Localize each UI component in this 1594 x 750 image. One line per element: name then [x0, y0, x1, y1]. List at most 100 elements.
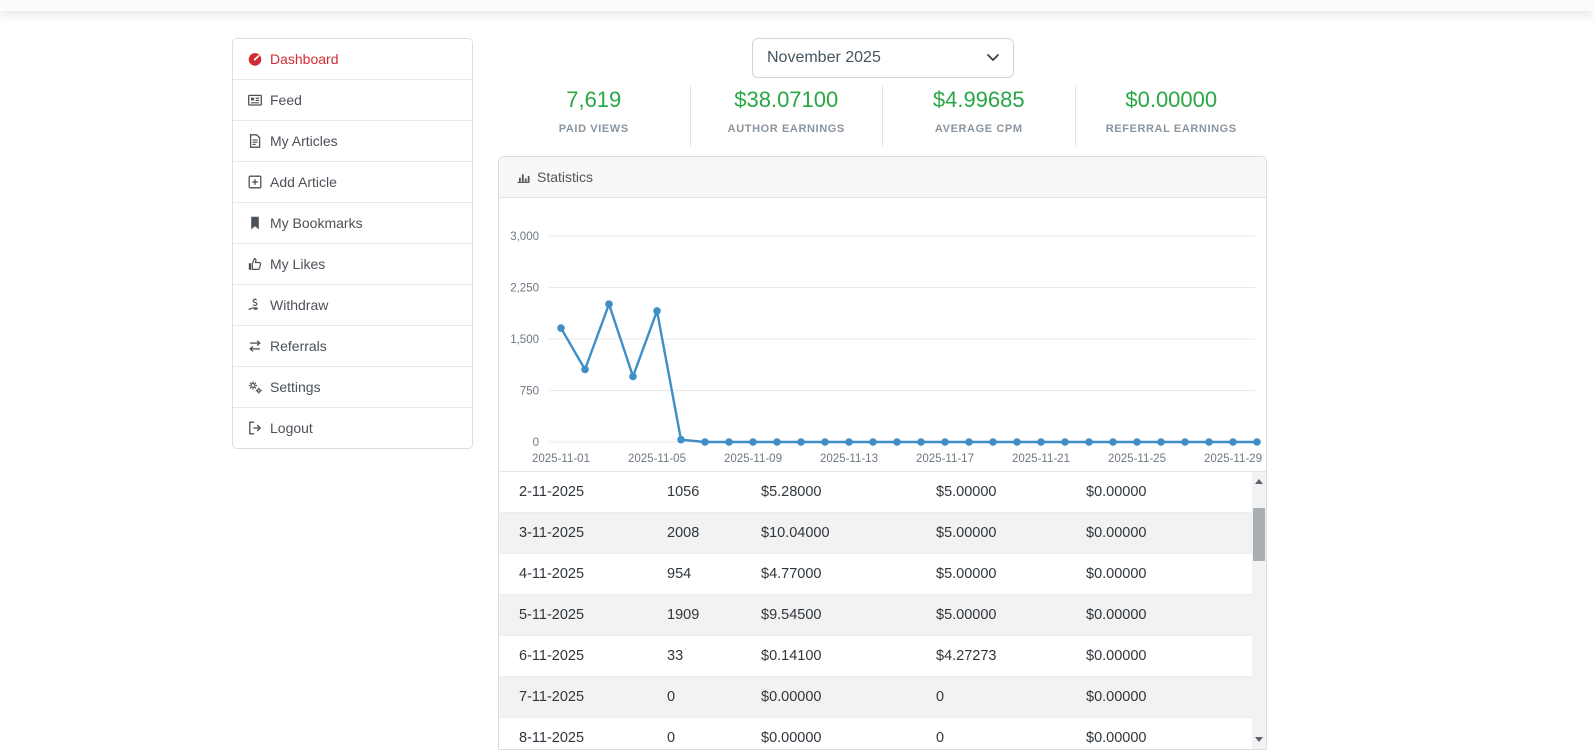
- month-select[interactable]: November 2025: [752, 38, 1014, 78]
- data-point: [965, 438, 973, 446]
- sidebar-item-my-articles[interactable]: My Articles: [233, 120, 472, 161]
- y-tick-label: 1,500: [510, 334, 539, 346]
- sidebar-item-label: Withdraw: [270, 297, 328, 313]
- views-line-chart: 07501,5002,2503,0002025-11-012025-11-052…: [499, 198, 1266, 471]
- data-point: [869, 438, 877, 446]
- sidebar-item-referrals[interactable]: Referrals: [233, 325, 472, 366]
- cell-views: 954: [667, 566, 761, 582]
- cell-cpm: 0: [936, 689, 1086, 705]
- sidebar-item-dashboard[interactable]: Dashboard: [233, 39, 472, 79]
- cell-earnings: $9.54500: [761, 607, 936, 623]
- data-point: [1157, 438, 1165, 446]
- logout-icon: [247, 420, 263, 436]
- cell-cpm: $4.27273: [936, 648, 1086, 664]
- stats-row: 7,619 PAID VIEWS $38.07100 AUTHOR EARNIN…: [498, 86, 1267, 146]
- table-row: 8-11-20250$0.000000$0.00000: [499, 718, 1266, 749]
- data-point: [725, 438, 733, 446]
- scrollbar-thumb[interactable]: [1253, 508, 1265, 561]
- sidebar-item-logout[interactable]: Logout: [233, 407, 472, 448]
- table-row: 4-11-2025954$4.77000$5.00000$0.00000: [499, 554, 1266, 595]
- data-point: [1229, 438, 1237, 446]
- bar-chart-icon: [516, 170, 531, 185]
- stat-value: $0.00000: [1076, 87, 1268, 113]
- x-tick-label: 2025-11-29: [1204, 453, 1262, 465]
- cell-views: 2008: [667, 525, 761, 541]
- cell-cpm: 0: [936, 730, 1086, 746]
- scroll-up-arrow[interactable]: [1252, 474, 1266, 489]
- cell-earnings: $10.04000: [761, 525, 936, 541]
- stat-label: REFERRAL EARNINGS: [1076, 123, 1268, 135]
- sidebar-item-label: Dashboard: [270, 51, 339, 67]
- thumbs-up-icon: [247, 256, 263, 272]
- cell-date: 4-11-2025: [499, 566, 667, 582]
- cell-date: 3-11-2025: [499, 525, 667, 541]
- sidebar-item-withdraw[interactable]: Withdraw: [233, 284, 472, 325]
- cell-referral-earnings: $0.00000: [1086, 525, 1266, 541]
- cell-earnings: $0.14100: [761, 648, 936, 664]
- stat-paid-views: 7,619 PAID VIEWS: [498, 86, 690, 146]
- x-tick-label: 2025-11-05: [628, 453, 686, 465]
- newspaper-icon: [247, 92, 263, 108]
- cell-earnings: $5.28000: [761, 484, 936, 500]
- scroll-down-arrow[interactable]: [1252, 732, 1266, 747]
- chart-svg: 07501,5002,2503,0002025-11-012025-11-052…: [499, 198, 1266, 471]
- data-point: [1205, 438, 1213, 446]
- stat-average-cpm: $4.99685 AVERAGE CPM: [882, 86, 1075, 146]
- stats-table-viewport[interactable]: 2-11-20251056$5.28000$5.00000$0.000003-1…: [499, 471, 1266, 749]
- cell-views: 1056: [667, 484, 761, 500]
- stat-value: $38.07100: [691, 87, 883, 113]
- cell-date: 2-11-2025: [499, 484, 667, 500]
- cell-referral-earnings: $0.00000: [1086, 689, 1266, 705]
- hand-holding-usd-icon: [247, 297, 263, 313]
- x-tick-label: 2025-11-17: [916, 453, 974, 465]
- cell-views: 33: [667, 648, 761, 664]
- table-row: 7-11-20250$0.000000$0.00000: [499, 677, 1266, 718]
- data-point: [845, 438, 853, 446]
- data-point: [821, 438, 829, 446]
- cell-referral-earnings: $0.00000: [1086, 730, 1266, 746]
- sidebar-item-label: My Likes: [270, 256, 325, 272]
- data-point: [701, 438, 709, 446]
- sidebar-item-label: My Articles: [270, 133, 338, 149]
- data-point: [581, 366, 589, 374]
- data-point: [1133, 438, 1141, 446]
- sidebar-item-feed[interactable]: Feed: [233, 79, 472, 120]
- cell-date: 5-11-2025: [499, 607, 667, 623]
- data-point: [1037, 438, 1045, 446]
- table-row: 6-11-202533$0.14100$4.27273$0.00000: [499, 636, 1266, 677]
- sidebar-item-label: Feed: [270, 92, 302, 108]
- data-point: [1085, 438, 1093, 446]
- sidebar-item-add-article[interactable]: Add Article: [233, 161, 472, 202]
- sidebar-item-my-likes[interactable]: My Likes: [233, 243, 472, 284]
- statistics-card-header: Statistics: [499, 157, 1266, 198]
- sidebar-item-my-bookmarks[interactable]: My Bookmarks: [233, 202, 472, 243]
- cell-date: 6-11-2025: [499, 648, 667, 664]
- data-point: [1253, 438, 1261, 446]
- cell-views: 1909: [667, 607, 761, 623]
- stat-referral-earnings: $0.00000 REFERRAL EARNINGS: [1075, 86, 1268, 146]
- x-tick-label: 2025-11-13: [820, 453, 878, 465]
- bookmark-icon: [247, 215, 263, 231]
- cell-cpm: $5.00000: [936, 525, 1086, 541]
- x-tick-label: 2025-11-01: [532, 453, 590, 465]
- data-point: [653, 307, 661, 315]
- table-row: 5-11-20251909$9.54500$5.00000$0.00000: [499, 595, 1266, 636]
- y-tick-label: 2,250: [510, 283, 539, 295]
- cell-referral-earnings: $0.00000: [1086, 607, 1266, 623]
- cell-referral-earnings: $0.00000: [1086, 648, 1266, 664]
- data-point: [773, 438, 781, 446]
- sidebar-item-settings[interactable]: Settings: [233, 366, 472, 407]
- data-point: [1181, 438, 1189, 446]
- sidebar-item-label: Logout: [270, 420, 313, 436]
- stats-table: 2-11-20251056$5.28000$5.00000$0.000003-1…: [499, 472, 1266, 749]
- top-navbar: [0, 0, 1594, 11]
- data-point: [605, 300, 613, 308]
- tachometer-icon: [247, 51, 263, 67]
- y-tick-label: 3,000: [510, 231, 539, 243]
- cell-earnings: $0.00000: [761, 689, 936, 705]
- plus-square-icon: [247, 174, 263, 190]
- x-tick-label: 2025-11-25: [1108, 453, 1166, 465]
- table-scrollbar[interactable]: [1252, 472, 1266, 749]
- cell-cpm: $5.00000: [936, 484, 1086, 500]
- stat-label: PAID VIEWS: [498, 123, 690, 135]
